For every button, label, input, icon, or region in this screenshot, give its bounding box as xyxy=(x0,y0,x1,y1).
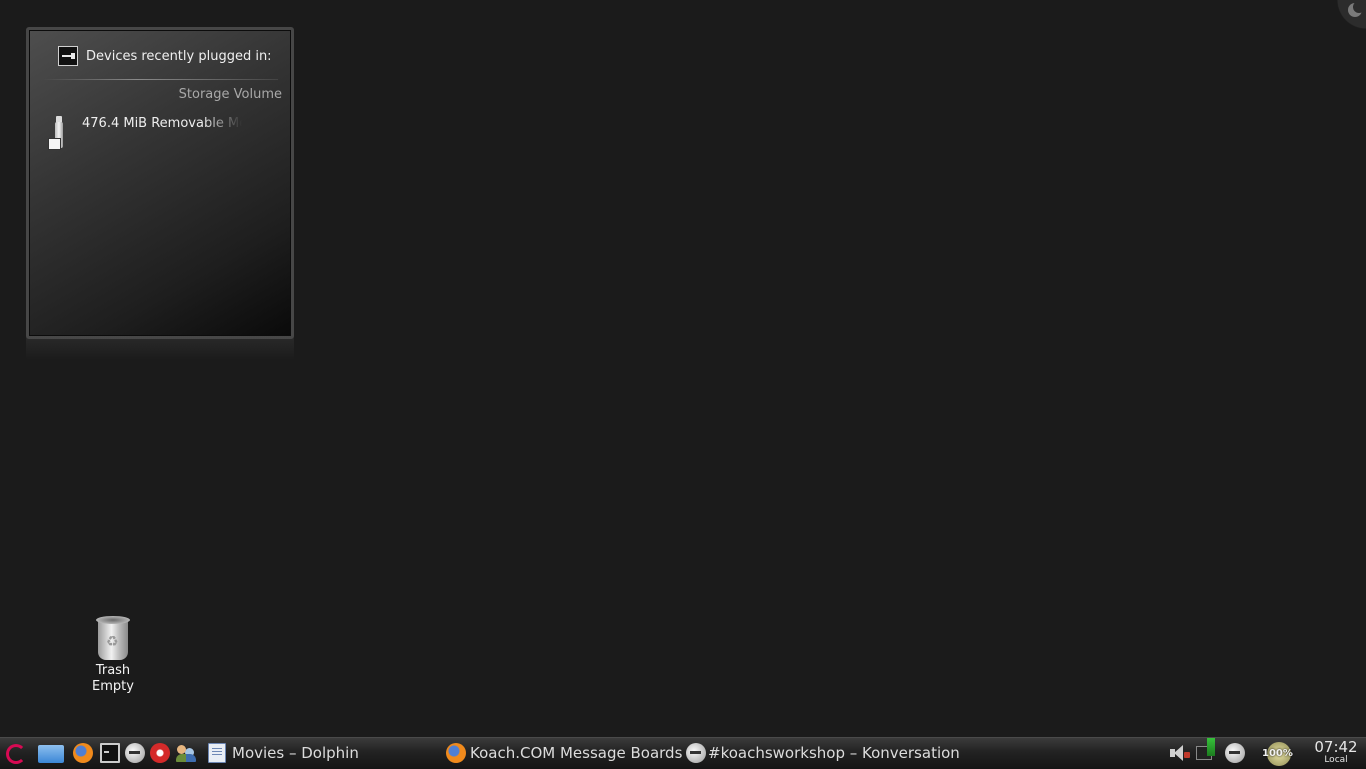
notifier-divider xyxy=(42,79,278,80)
battery-indicator[interactable]: 100% xyxy=(1257,740,1303,766)
task-firefox[interactable]: Koach.COM Message Boards xyxy=(446,742,682,764)
konversation-icon xyxy=(686,743,706,763)
plasma-toolbox-icon xyxy=(1348,1,1365,17)
device-item[interactable]: 476.4 MiB Removable Media xyxy=(47,116,247,156)
launch-konversation[interactable] xyxy=(125,742,145,764)
network-icon[interactable] xyxy=(1196,738,1215,760)
task-konversation[interactable]: #koachsworkshop – Konversation xyxy=(686,742,960,764)
application-launcher[interactable] xyxy=(5,742,26,764)
task-label-firefox: Koach.COM Message Boards xyxy=(470,744,683,762)
desktop-toolbox-cashew[interactable] xyxy=(1336,0,1366,30)
konversation-icon xyxy=(125,743,145,763)
notifier-reflection xyxy=(26,336,294,360)
battery-percent: 100% xyxy=(1262,748,1293,759)
task-label-konversation: #koachsworkshop – Konversation xyxy=(708,744,960,762)
firefox-icon xyxy=(446,743,466,763)
clock-time: 07:42 xyxy=(1314,738,1358,756)
usb-plug-icon xyxy=(58,46,78,66)
debian-menu-icon xyxy=(5,743,26,764)
volume-muted-icon[interactable] xyxy=(1168,743,1190,763)
launch-firefox[interactable] xyxy=(73,742,93,764)
device-name: 476.4 MiB Removable Media xyxy=(82,116,242,131)
launch-terminal[interactable] xyxy=(100,742,120,764)
document-icon xyxy=(208,743,226,763)
taskbar: Movies – Dolphin Koach.COM Message Board… xyxy=(0,737,1366,769)
usb-drive-icon xyxy=(47,116,69,152)
launch-dolphin[interactable] xyxy=(38,742,64,764)
storage-volume-label: Storage Volume xyxy=(178,87,282,102)
opera-icon xyxy=(150,743,170,763)
trash-icon xyxy=(96,614,130,660)
notifier-header: Devices recently plugged in: xyxy=(58,46,272,66)
task-label-dolphin: Movies – Dolphin xyxy=(232,744,359,762)
contacts-icon xyxy=(176,743,196,763)
clock-timezone: Local xyxy=(1324,755,1348,765)
terminal-icon xyxy=(100,743,120,763)
konversation-tray-icon[interactable] xyxy=(1225,743,1245,763)
digital-clock[interactable]: 07:42 Local xyxy=(1308,739,1364,766)
device-notifier-panel: Devices recently plugged in: Storage Vol… xyxy=(26,27,294,339)
trash-desktop-item[interactable]: Trash Empty xyxy=(82,614,144,695)
notifier-title: Devices recently plugged in: xyxy=(86,48,272,64)
task-dolphin[interactable]: Movies – Dolphin xyxy=(208,742,359,764)
firefox-icon xyxy=(73,743,93,763)
folder-icon xyxy=(38,745,64,763)
launch-contacts[interactable] xyxy=(176,742,196,764)
launch-opera[interactable] xyxy=(150,742,170,764)
trash-label: Trash Empty xyxy=(92,663,134,694)
